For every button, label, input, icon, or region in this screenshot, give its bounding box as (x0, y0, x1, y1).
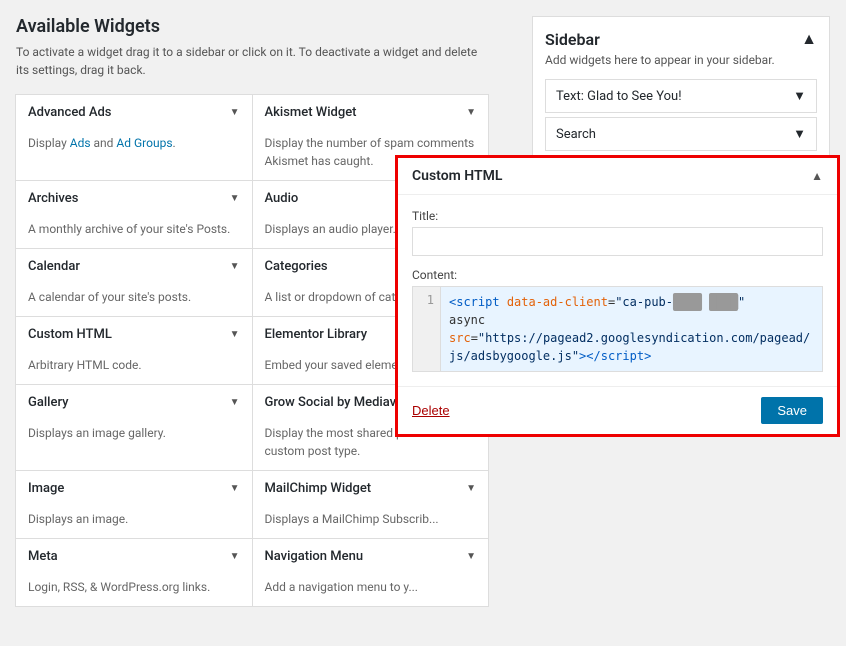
widget-audio-label: Audio (265, 191, 299, 206)
redacted-value-1: ████ (673, 293, 702, 311)
tag-close: ></script> (579, 349, 651, 363)
widget-meta-header[interactable]: Meta ▼ (16, 539, 252, 574)
widget-image: Image ▼ Displays an image. (15, 470, 253, 539)
widget-navigation-menu-header[interactable]: Navigation Menu ▼ (253, 539, 489, 574)
custom-html-panel-footer: Delete Save (398, 386, 837, 434)
redacted-value-2: ████ (709, 293, 738, 311)
sidebar-title-text: Sidebar (545, 30, 600, 49)
chevron-down-icon: ▼ (466, 107, 476, 118)
chevron-down-icon: ▼ (793, 88, 806, 104)
widget-calendar-label: Calendar (28, 259, 80, 274)
code-editor[interactable]: 1 <script data-ad-client="ca-pub-████ ██… (412, 286, 823, 372)
sidebar-widget-text-header[interactable]: Text: Glad to See You! ▼ (546, 80, 816, 112)
widget-calendar-header[interactable]: Calendar ▼ (16, 249, 252, 284)
widget-archives: Archives ▼ A monthly archive of your sit… (15, 180, 253, 249)
widget-mailchimp: MailChimp Widget ▼ Displays a MailChimp … (252, 470, 490, 539)
widget-meta-label: Meta (28, 549, 58, 564)
save-button[interactable]: Save (761, 397, 823, 424)
chevron-down-icon: ▼ (466, 551, 476, 562)
widget-custom-html-label: Custom HTML (28, 327, 112, 342)
attr-value-pub-end: " (738, 295, 745, 309)
widget-gallery-header[interactable]: Gallery ▼ (16, 385, 252, 420)
available-widgets-desc: To activate a widget drag it to a sideba… (16, 43, 489, 79)
tag-open: <script (449, 295, 500, 309)
chevron-down-icon: ▼ (230, 329, 240, 340)
page-container: Available Widgets To activate a widget d… (0, 0, 846, 646)
ads-link[interactable]: Ads (70, 136, 91, 150)
sidebar-title: Sidebar ▲ (545, 29, 817, 49)
widget-custom-html: Custom HTML ▼ Arbitrary HTML code. (15, 316, 253, 385)
chevron-down-icon: ▼ (230, 193, 240, 204)
title-field-label: Title: (412, 209, 823, 223)
custom-html-panel-title: Custom HTML (412, 168, 502, 184)
content-field-label: Content: (412, 268, 823, 282)
sidebar-widget-search: Search ▼ (545, 117, 817, 151)
widget-meta-desc: Login, RSS, & WordPress.org links. (16, 574, 252, 606)
chevron-down-icon: ▼ (793, 126, 806, 142)
widget-calendar-desc: A calendar of your site's posts. (16, 284, 252, 316)
widget-archives-header[interactable]: Archives ▼ (16, 181, 252, 216)
widget-navigation-menu-label: Navigation Menu (265, 549, 364, 564)
async-keyword: async (449, 313, 485, 327)
delete-button[interactable]: Delete (412, 403, 450, 418)
widget-archives-label: Archives (28, 191, 78, 206)
chevron-down-icon: ▼ (230, 397, 240, 408)
widget-custom-html-desc: Arbitrary HTML code. (16, 352, 252, 384)
line-numbers: 1 (413, 287, 441, 371)
widget-akismet-label: Akismet Widget (265, 105, 357, 120)
widget-advanced-ads-desc: Display Ads and Ad Groups. (16, 130, 252, 162)
widget-advanced-ads: Advanced Ads ▼ Display Ads and Ad Groups… (15, 94, 253, 181)
sidebar-widget-search-header[interactable]: Search ▼ (546, 118, 816, 150)
ad-groups-link[interactable]: Ad Groups (116, 136, 172, 150)
sidebar-widget-search-label: Search (556, 127, 596, 142)
widget-mailchimp-header[interactable]: MailChimp Widget ▼ (253, 471, 489, 506)
custom-html-title-input[interactable] (412, 227, 823, 256)
widget-gallery-desc: Displays an image gallery. (16, 420, 252, 452)
attr-src: src (449, 331, 471, 345)
chevron-down-icon: ▼ (230, 261, 240, 272)
widget-gallery: Gallery ▼ Displays an image gallery. (15, 384, 253, 471)
widget-navigation-menu-desc: Add a navigation menu to y... (253, 574, 489, 606)
chevron-down-icon: ▼ (466, 483, 476, 494)
custom-html-panel-body: Title: Content: 1 <script data-ad-client… (398, 195, 837, 386)
attr-value-pub: "ca-pub- (615, 295, 673, 309)
sidebar-widget-text: Text: Glad to See You! ▼ (545, 79, 817, 113)
custom-html-panel: Custom HTML ▲ Title: Content: 1 <script … (395, 155, 840, 437)
sidebar-collapse-icon[interactable]: ▲ (801, 29, 817, 49)
widget-image-desc: Displays an image. (16, 506, 252, 538)
line-number-1: 1 (419, 293, 434, 307)
sidebar-widget-text-label: Text: Glad to See You! (556, 89, 682, 104)
custom-html-collapse-icon[interactable]: ▲ (811, 169, 823, 183)
widget-calendar: Calendar ▼ A calendar of your site's pos… (15, 248, 253, 317)
widget-image-header[interactable]: Image ▼ (16, 471, 252, 506)
custom-html-panel-header: Custom HTML ▲ (398, 158, 837, 195)
widget-archives-desc: A monthly archive of your site's Posts. (16, 216, 252, 248)
widget-mailchimp-desc: Displays a MailChimp Subscrib... (253, 506, 489, 538)
widget-mailchimp-label: MailChimp Widget (265, 481, 372, 496)
widget-navigation-menu: Navigation Menu ▼ Add a navigation menu … (252, 538, 490, 607)
widget-categories-label: Categories (265, 259, 328, 274)
chevron-down-icon: ▼ (230, 551, 240, 562)
widget-custom-html-header[interactable]: Custom HTML ▼ (16, 317, 252, 352)
available-widgets-title: Available Widgets (16, 16, 489, 37)
sidebar-box: Sidebar ▲ Add widgets here to appear in … (532, 16, 830, 168)
widget-gallery-label: Gallery (28, 395, 69, 410)
widget-image-label: Image (28, 481, 64, 496)
chevron-down-icon: ▼ (230, 483, 240, 494)
widget-elementor-label: Elementor Library (265, 327, 368, 342)
widget-advanced-ads-label: Advanced Ads (28, 105, 111, 120)
widget-advanced-ads-header[interactable]: Advanced Ads ▼ (16, 95, 252, 130)
chevron-down-icon: ▼ (230, 107, 240, 118)
widget-akismet-header[interactable]: Akismet Widget ▼ (253, 95, 489, 130)
attr-data-ad-client: data-ad-client (507, 295, 608, 309)
code-editor-inner: 1 <script data-ad-client="ca-pub-████ ██… (413, 287, 822, 371)
sidebar-desc: Add widgets here to appear in your sideb… (545, 53, 817, 67)
widget-meta: Meta ▼ Login, RSS, & WordPress.org links… (15, 538, 253, 607)
code-content-area[interactable]: <script data-ad-client="ca-pub-████ ████… (441, 287, 822, 371)
